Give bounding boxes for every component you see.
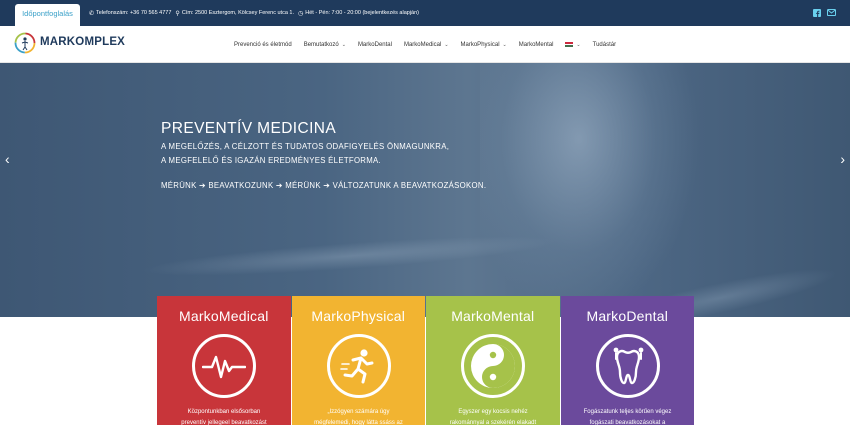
nav-label: Prevenció és életmód bbox=[234, 41, 292, 48]
nav-label: MarkoMedical bbox=[403, 41, 442, 48]
address-text: Cím: 2500 Esztergom, Kölcsey Ferenc utca… bbox=[181, 10, 295, 16]
nav-item-markophysical[interactable]: MarkoPhysical ⌄ bbox=[461, 42, 507, 48]
top-bar: Időpontfoglalás ✆ Telefonszám: +36 70 56… bbox=[0, 0, 850, 26]
hero-subtitle-line-2: A MEGFELELŐ ÉS IGAZÁN EREDMÉNYES ÉLETFOR… bbox=[161, 156, 381, 165]
card-desc-line: fogászati beavatkozásokat a bbox=[589, 420, 666, 426]
card-markomedical[interactable]: MarkoMedical Központunkban elsősorban pr… bbox=[157, 296, 291, 426]
card-desc-line: Egyszer egy kocsis nehéz bbox=[458, 409, 528, 415]
nav-item-prevencio[interactable]: Prevenció és életmód bbox=[234, 42, 292, 48]
phone-icon: ✆ bbox=[89, 10, 95, 17]
card-desc-line: mégfelemedi, hogy látta ssáss az bbox=[314, 420, 403, 426]
social-links bbox=[812, 8, 836, 17]
nav-label: Tudástár bbox=[592, 41, 617, 48]
hero-process-line: MÉRÜNK ➔ BEAVATKOZUNK ➔ MÉRÜNK ➔ VÁLTOZA… bbox=[161, 181, 487, 190]
nav-item-bemutatkozo[interactable]: Bemutatkozó ⌄ bbox=[304, 42, 346, 48]
card-description: Egyszer egy kocsis nehéz rakománnyal a s… bbox=[436, 407, 550, 429]
email-icon[interactable] bbox=[827, 8, 836, 17]
card-title: MarkoPhysical bbox=[311, 308, 406, 324]
contact-info: ✆ Telefonszám: +36 70 565 4777 ⚲ Cím: 25… bbox=[89, 0, 423, 26]
clock-icon: ◷ bbox=[298, 10, 304, 17]
hero-background-image bbox=[480, 63, 700, 317]
running-figure-icon bbox=[326, 334, 391, 398]
nav-item-markomedical[interactable]: MarkoMedical ⌄ bbox=[404, 42, 449, 48]
hours-text: Hét - Pén: 7:00 - 20:00 (bejelentkezés a… bbox=[305, 10, 420, 16]
card-desc-line: rakománnyal a szekérén elakadt bbox=[449, 420, 537, 426]
card-description: „Izzógyen számára úgy mégfelemedi, hogy … bbox=[302, 407, 416, 429]
facebook-icon[interactable] bbox=[812, 8, 821, 17]
nav-item-markodental[interactable]: MarkoDental bbox=[358, 42, 392, 48]
nav-item-tudastar[interactable]: Tudástár bbox=[593, 42, 616, 48]
service-cards: MarkoMedical Központunkban elsősorban pr… bbox=[157, 296, 694, 426]
nav-item-markomental[interactable]: MarkoMental bbox=[519, 42, 554, 48]
card-desc-line: preventív jellegeel beavatkozást bbox=[181, 420, 267, 426]
chevron-down-icon: ⌄ bbox=[341, 41, 346, 48]
yin-yang-icon bbox=[461, 334, 525, 398]
card-markophysical[interactable]: MarkoPhysical „Izzógyen számára úgy mégf… bbox=[291, 296, 425, 426]
hero-subtitle-line-1: A MEGELŐZÉS, A CÉLZOTT ÉS TUDATOS ODAFIG… bbox=[161, 142, 450, 151]
location-pin-icon: ⚲ bbox=[175, 10, 180, 17]
site-header: MARKOMPLEX Prevenció és életmód Bemutatk… bbox=[0, 26, 850, 63]
logo-text[interactable]: MARKOMPLEX bbox=[40, 36, 125, 48]
nav-label: MarkoDental bbox=[357, 41, 392, 48]
card-markomental[interactable]: MarkoMental Egyszer egy kocsis nehéz rak… bbox=[426, 296, 560, 426]
heartbeat-icon bbox=[192, 334, 256, 398]
chevron-down-icon: ⌄ bbox=[444, 41, 449, 48]
phone-text[interactable]: Telefonszám: +36 70 565 4777 bbox=[96, 10, 171, 16]
nav-label: MarkoMental bbox=[518, 41, 554, 48]
nav-label: Bemutatkozó bbox=[303, 41, 339, 48]
card-description: Fogászatunk teljes körűen végez fogászat… bbox=[571, 407, 685, 429]
hungarian-flag-icon bbox=[565, 42, 574, 48]
nav-label: MarkoPhysical bbox=[460, 41, 500, 48]
logo-icon[interactable] bbox=[14, 32, 36, 54]
language-switcher[interactable]: ⌄ bbox=[565, 41, 581, 48]
slider-prev-arrow-icon[interactable]: ‹ bbox=[5, 151, 10, 167]
appointment-tab[interactable]: Időpontfoglalás bbox=[15, 4, 80, 26]
main-nav: Prevenció és életmód Bemutatkozó ⌄ MarkoD… bbox=[234, 26, 628, 63]
slider-next-arrow-icon[interactable]: › bbox=[840, 151, 845, 167]
chevron-down-icon: ⌄ bbox=[576, 41, 581, 48]
chevron-down-icon: ⌄ bbox=[502, 41, 507, 48]
card-markodental[interactable]: MarkoDental Fogászatunk teljes körűen vé… bbox=[560, 296, 694, 426]
card-desc-line: „Izzógyen számára úgy bbox=[327, 409, 390, 415]
hero-slider: ‹ › PREVENTÍV MEDICINA A MEGELŐZÉS, A CÉ… bbox=[0, 63, 850, 317]
card-title: MarkoDental bbox=[586, 308, 669, 324]
card-title: MarkoMedical bbox=[178, 308, 269, 324]
tooth-icon bbox=[595, 334, 660, 398]
card-desc-line: Fogászatunk teljes körűen végez bbox=[583, 409, 672, 415]
hero-title: PREVENTÍV MEDICINA bbox=[161, 120, 337, 137]
card-desc-line: Központunkban elsősorban bbox=[187, 409, 261, 415]
card-description: Központunkban elsősorban preventív jelle… bbox=[167, 407, 281, 429]
card-title: MarkoMental bbox=[451, 308, 535, 324]
